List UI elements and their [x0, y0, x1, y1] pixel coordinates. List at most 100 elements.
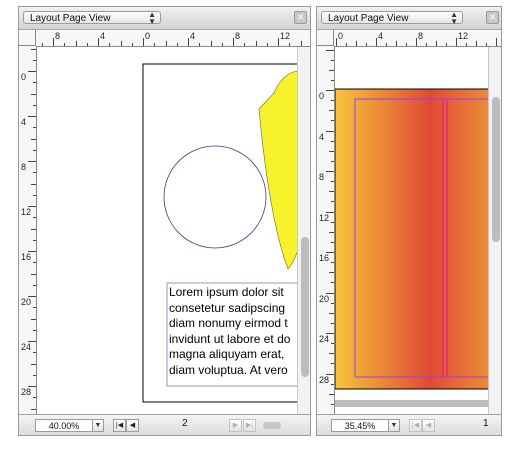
- ruler-tick: [28, 161, 36, 162]
- ruler-tick: [300, 41, 302, 46]
- first-page-icon[interactable]: |◀: [113, 419, 126, 432]
- prev-page-icon[interactable]: ◀: [126, 419, 139, 432]
- ruler-label: 4: [21, 117, 27, 127]
- ruler-tick: [266, 43, 268, 46]
- ruler-tick: [31, 93, 36, 95]
- chevron-down-icon[interactable]: ▼: [389, 419, 400, 432]
- document-canvas[interactable]: [335, 47, 501, 416]
- scrollbar-thumb[interactable]: [301, 237, 309, 377]
- ruler-tick: [331, 79, 334, 81]
- ruler-tick: [329, 69, 334, 71]
- scrollbar-thumb[interactable]: [492, 97, 500, 242]
- ruler-tick: [331, 241, 334, 243]
- prev-page-icon[interactable]: ◀: [422, 419, 435, 432]
- ruler-tick: [255, 41, 257, 46]
- horizontal-ruler: 0 4 8 12: [334, 30, 501, 47]
- ruler-tick: [329, 150, 334, 152]
- ruler-tick: [346, 43, 347, 46]
- ruler-label: 28: [319, 374, 330, 385]
- text-frame[interactable]: Lorem ipsum dolor sit consetetur sadipsc…: [169, 285, 299, 385]
- ruler-tick: [366, 43, 367, 46]
- view-mode-select[interactable]: Layout Page View ▲ ▼: [23, 10, 161, 26]
- horizontal-scrollbar-thumb[interactable]: [263, 422, 281, 429]
- view-mode-label: Layout Page View: [328, 13, 409, 24]
- ruler-tick: [33, 59, 36, 61]
- ruler-tick: [331, 181, 334, 183]
- ruler-label: 4: [378, 31, 384, 41]
- zoom-field[interactable]: 40.00%: [35, 419, 93, 432]
- document-canvas[interactable]: Lorem ipsum dolor sit consetetur sadipsc…: [37, 47, 299, 416]
- ruler-tick: [331, 363, 334, 365]
- ruler-label: 12: [458, 31, 469, 41]
- ruler-tick: [33, 239, 36, 241]
- close-icon[interactable]: ✕: [294, 11, 307, 24]
- ruler-origin: [317, 30, 334, 46]
- ruler-tick: [386, 43, 387, 46]
- ruler-label: 12: [280, 31, 291, 41]
- ruler-tick: [326, 171, 334, 172]
- text-line: invidunt ut labore et do: [169, 331, 291, 346]
- ruler-label: 0: [145, 31, 151, 41]
- last-page-icon[interactable]: ▶|: [243, 419, 256, 432]
- vertical-scrollbar[interactable]: [297, 47, 310, 416]
- ruler-tick: [64, 43, 66, 46]
- ruler-tick: [165, 41, 167, 46]
- ruler-label: 8: [55, 31, 61, 41]
- up-down-arrows-icon: ▲ ▼: [450, 10, 458, 26]
- ruler-tick: [53, 38, 54, 46]
- ruler-tick: [33, 149, 36, 151]
- horizontal-ruler: 8 4 0 4 8 12: [36, 30, 310, 47]
- ruler-label: 16: [21, 252, 32, 262]
- ruler-label: 20: [319, 293, 330, 304]
- ruler-tick: [476, 41, 477, 46]
- pane-titlebar: Layout Page View ▲ ▼ ✕: [317, 7, 501, 30]
- ruler-label: 12: [21, 207, 32, 217]
- ruler-tick: [28, 71, 36, 72]
- ruler-tick: [406, 43, 407, 46]
- pane-status-bar: 35.45% ▼ |◀ ◀ 1: [317, 414, 501, 435]
- vertical-ruler: 0 4 8 12 16 20 24 28: [317, 46, 335, 417]
- pane-titlebar: Layout Page View ▲ ▼ ✕: [19, 7, 310, 30]
- next-page-icon[interactable]: ▶: [229, 419, 242, 432]
- ruler-tick: [331, 100, 334, 102]
- ruler-tick: [109, 43, 111, 46]
- up-down-arrows-icon: ▲ ▼: [148, 10, 156, 26]
- ruler-tick: [221, 43, 223, 46]
- ruler-tick: [456, 38, 457, 46]
- pane-status-bar: 40.00% ▼ |◀ ◀ 2 ▶ ▶|: [19, 414, 310, 435]
- ruler-tick: [426, 43, 427, 46]
- ruler-tick: [131, 43, 133, 46]
- ruler-label: 16: [319, 253, 330, 263]
- ruler-tick: [496, 38, 497, 46]
- text-line: diam voluptua. At vero: [169, 362, 288, 377]
- ruler-tick: [326, 49, 334, 51]
- ruler-label: 12: [319, 212, 330, 223]
- ruler-tick: [199, 43, 201, 46]
- ruler-tick: [33, 284, 36, 286]
- ruler-origin: [19, 30, 36, 46]
- vertical-scrollbar[interactable]: [488, 47, 501, 416]
- first-page-icon[interactable]: |◀: [409, 419, 422, 432]
- zoom-field[interactable]: 35.45%: [331, 419, 389, 432]
- vertical-ruler: 048121620242832: [19, 46, 37, 417]
- layout-view-pane-left: Layout Page View ▲ ▼ ✕ 8 4 0 4 8 12 0 4 8 12 16 20 2…: [18, 6, 311, 436]
- ruler-tick: [33, 374, 36, 376]
- ruler-tick: [31, 138, 36, 140]
- ruler-tick: [329, 353, 334, 355]
- ruler-label: 24: [319, 334, 330, 344]
- ruler-tick: [33, 352, 36, 354]
- ruler-label: 0: [338, 31, 344, 41]
- ruler-tick: [33, 127, 36, 129]
- close-icon[interactable]: ✕: [486, 11, 499, 24]
- ruler-label: 0: [21, 72, 27, 82]
- ruler-tick: [331, 201, 334, 203]
- gradient-background: [335, 88, 501, 390]
- chevron-down-icon[interactable]: ▼: [93, 419, 104, 432]
- ruler-label: 0: [319, 91, 325, 101]
- ruler-tick: [396, 41, 397, 46]
- page-number: 2: [182, 418, 188, 429]
- ruler-tick: [33, 217, 36, 219]
- view-mode-select[interactable]: Layout Page View ▲ ▼: [321, 10, 463, 26]
- ruler-tick: [326, 90, 334, 91]
- ruler-tick: [31, 273, 36, 275]
